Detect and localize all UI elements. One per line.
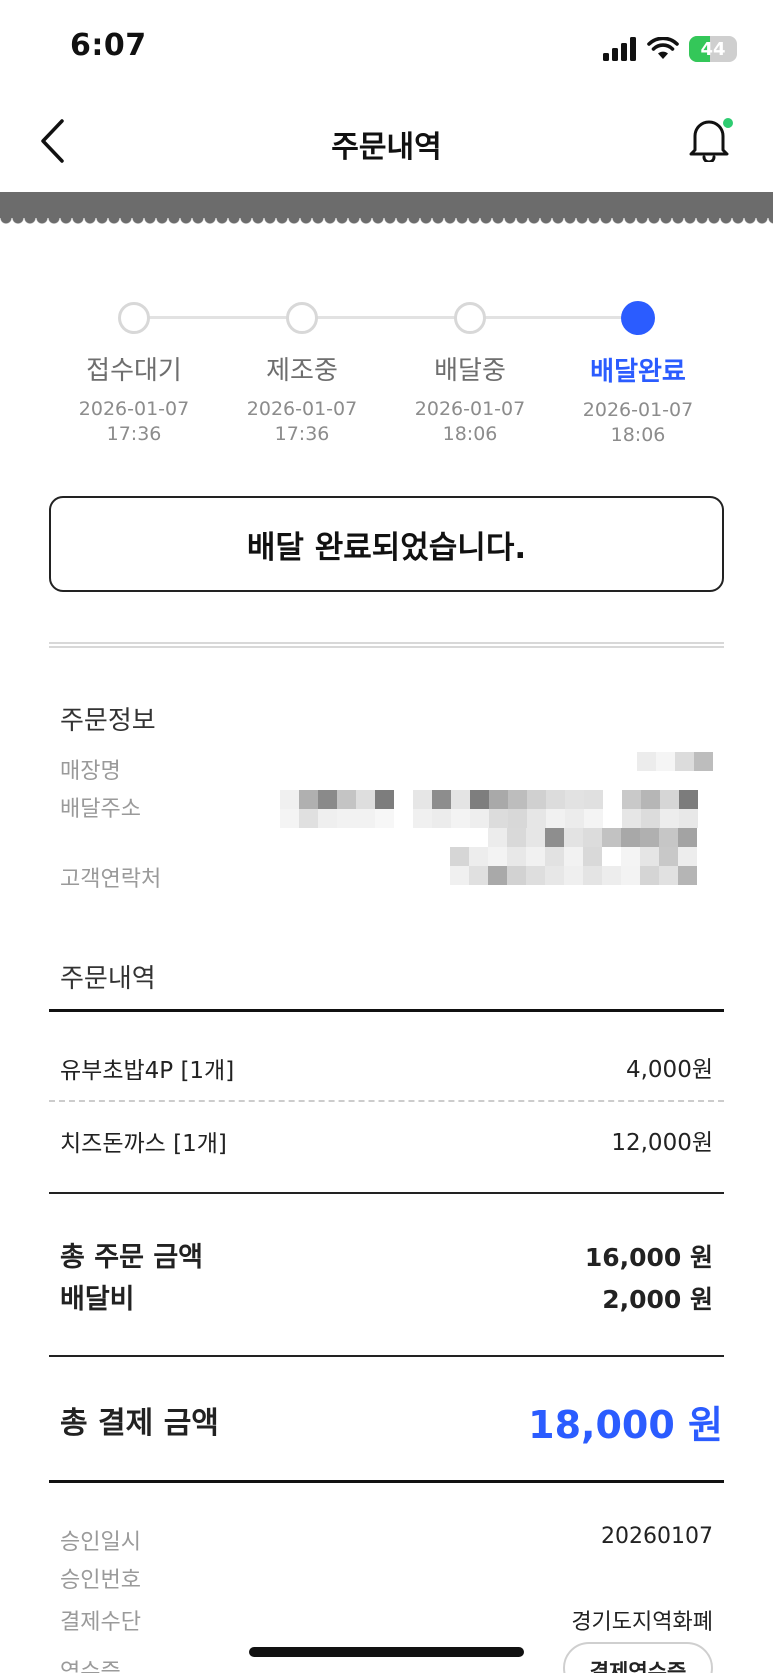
step-delivering: 배달중 2026-01-07 18:06 — [386, 296, 554, 447]
section-divider — [49, 642, 724, 648]
step-circle — [118, 302, 150, 334]
payment-method-value: 경기도지역화폐 — [571, 1610, 713, 1635]
header: 주문내역 — [0, 96, 773, 192]
battery-text: 44 — [700, 38, 726, 60]
approval-number-label: 승인번호 — [60, 1568, 141, 1593]
notification-button[interactable] — [687, 116, 737, 166]
step-date: 2026-01-07 — [582, 399, 694, 421]
step-time: 17:36 — [274, 423, 330, 445]
step-label: 배달완료 — [590, 357, 686, 387]
step-timestamp: 2026-01-07 17:36 — [218, 397, 386, 447]
step-date: 2026-01-07 — [246, 398, 358, 420]
store-name-redacted — [637, 752, 713, 771]
delivery-fee-value: 2,000 원 — [602, 1285, 713, 1314]
step-date: 2026-01-07 — [78, 398, 190, 420]
order-items-title: 주문내역 — [60, 964, 156, 994]
step-label: 접수대기 — [86, 356, 182, 386]
cellular-signal-icon — [603, 37, 636, 61]
order-total-label: 총 주문 금액 — [60, 1242, 203, 1273]
address-redacted — [280, 790, 698, 828]
payment-method-label: 결제수단 — [60, 1610, 141, 1635]
step-label: 배달중 — [434, 356, 506, 386]
step-time: 18:06 — [610, 424, 666, 446]
step-delivered: 배달완료 2026-01-07 18:06 — [554, 296, 722, 448]
address-label: 배달주소 — [60, 797, 141, 822]
home-indicator[interactable] — [249, 1647, 524, 1657]
step-timestamp: 2026-01-07 18:06 — [386, 397, 554, 447]
wifi-icon — [647, 37, 679, 59]
step-time: 17:36 — [106, 423, 162, 445]
status-icons: 44 — [603, 36, 737, 62]
payment-receipt-button[interactable]: 결제영수증 — [563, 1642, 713, 1673]
step-label: 제조중 — [266, 356, 338, 386]
delivery-fee-label: 배달비 — [60, 1284, 135, 1315]
item-price: 4,000원 — [625, 1057, 713, 1083]
order-progress: 접수대기 2026-01-07 17:36 제조중 2026-01-07 17:… — [50, 296, 723, 456]
status-bar: 6:07 44 — [0, 0, 773, 96]
item-name: 치즈돈까스 [1개] — [60, 1131, 227, 1157]
step-preparing: 제조중 2026-01-07 17:36 — [218, 296, 386, 447]
order-info-title: 주문정보 — [60, 706, 156, 736]
step-timestamp: 2026-01-07 18:06 — [554, 398, 722, 448]
item-price: 12,000원 — [611, 1130, 713, 1156]
receipt-edge — [0, 218, 773, 230]
receipt-label: 영수증 — [60, 1660, 121, 1673]
delivery-status-message: 배달 완료되었습니다. — [49, 496, 724, 592]
step-timestamp: 2026-01-07 17:36 — [50, 397, 218, 447]
address-line2-redacted — [488, 828, 697, 847]
store-name-label: 매장명 — [60, 759, 121, 784]
notification-dot — [723, 118, 733, 128]
phone-redacted — [450, 847, 697, 885]
summary-rule — [49, 1355, 724, 1357]
items-top-rule — [49, 1009, 724, 1012]
approval-date-value: 20260107 — [601, 1524, 713, 1549]
payment-total-label: 총 결제 금액 — [60, 1406, 219, 1441]
item-divider — [49, 1100, 724, 1102]
step-circle-active — [621, 301, 655, 335]
item-name: 유부초밥4P [1개] — [60, 1058, 235, 1084]
total-rule — [49, 1480, 724, 1483]
approval-date-label: 승인일시 — [60, 1530, 141, 1555]
step-date: 2026-01-07 — [414, 398, 526, 420]
page-title: 주문내역 — [331, 130, 442, 165]
order-total-value: 16,000 원 — [584, 1243, 713, 1272]
step-circle — [454, 302, 486, 334]
status-time: 6:07 — [70, 28, 147, 63]
items-bottom-rule — [49, 1192, 724, 1194]
phone-label: 고객연락처 — [60, 867, 162, 892]
step-time: 18:06 — [442, 423, 498, 445]
payment-total-value: 18,000 원 — [528, 1403, 723, 1447]
step-circle — [286, 302, 318, 334]
battery-icon: 44 — [689, 36, 737, 62]
step-received: 접수대기 2026-01-07 17:36 — [50, 296, 218, 447]
